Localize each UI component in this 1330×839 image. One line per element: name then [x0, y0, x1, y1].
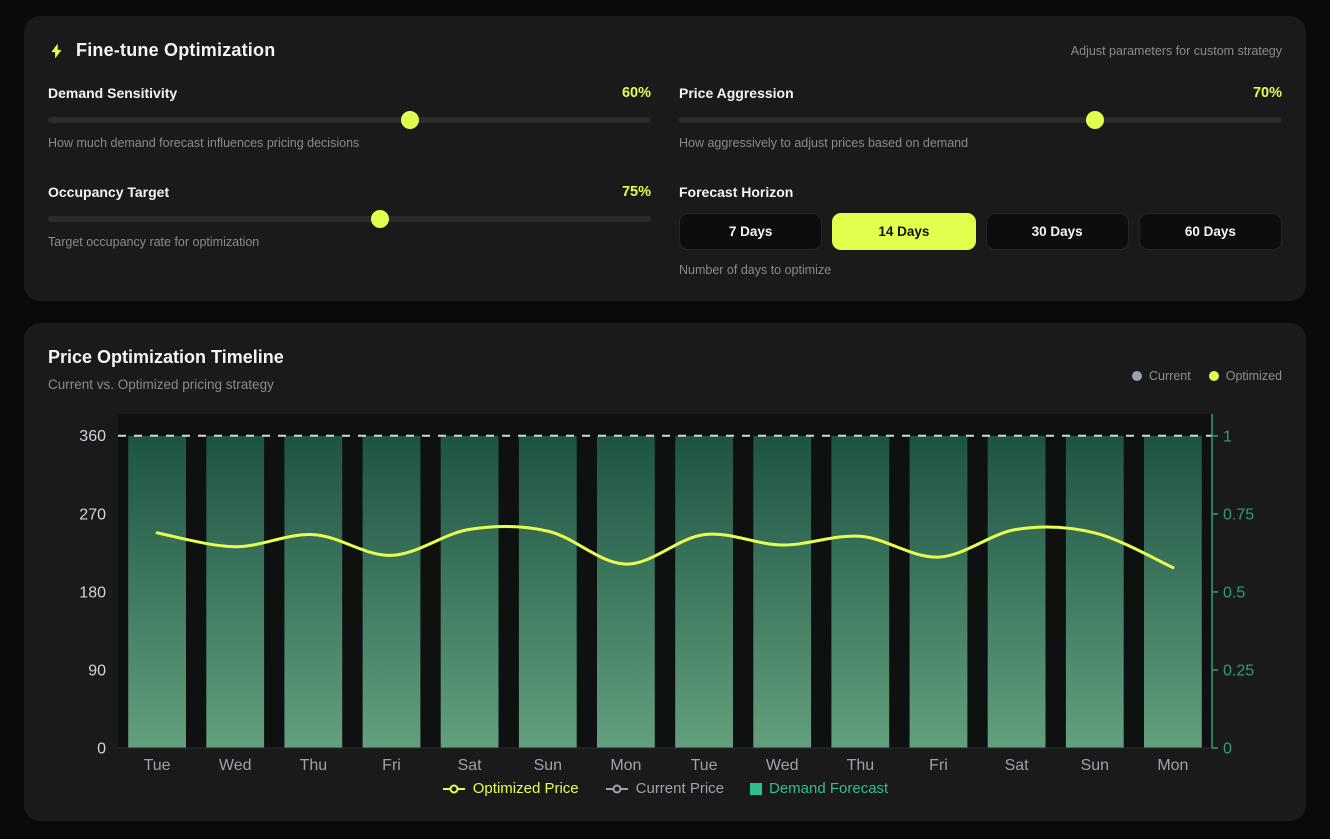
demand-sensitivity-label: Demand Sensitivity — [48, 85, 177, 101]
legend-optimized-price-label: Optimized Price — [473, 780, 579, 797]
current-dot-icon — [1132, 371, 1142, 381]
left-axis-tick: 0 — [97, 741, 106, 758]
price-aggression-value: 70% — [1253, 85, 1282, 101]
occupancy-target-label: Occupancy Target — [48, 184, 169, 200]
demand-forecast-bar[interactable] — [753, 436, 811, 748]
price-aggression-label: Price Aggression — [679, 85, 794, 101]
x-axis-label: Tue — [144, 757, 171, 774]
optimized-dot-icon — [1209, 371, 1219, 381]
lightning-icon — [48, 42, 66, 60]
fine-tune-header: Fine-tune Optimization Adjust parameters… — [48, 40, 1282, 61]
forecast-30-days-button[interactable]: 30 Days — [986, 213, 1129, 250]
legend-optimized: Optimized — [1209, 369, 1282, 383]
line-marker-icon — [442, 784, 466, 794]
occupancy-target-value: 75% — [622, 184, 651, 200]
forecast-7-days-button[interactable]: 7 Days — [679, 213, 822, 250]
demand-forecast-bar[interactable] — [1144, 436, 1202, 748]
left-axis-tick: 270 — [79, 506, 106, 523]
right-axis-tick: 0.25 — [1223, 663, 1254, 680]
legend-current: Current — [1132, 369, 1191, 383]
legend-demand-forecast[interactable]: Demand Forecast — [750, 780, 888, 797]
occupancy-target-caption: Target occupancy rate for optimization — [48, 235, 651, 249]
demand-forecast-bar[interactable] — [831, 436, 889, 748]
forecast-horizon-caption: Number of days to optimize — [679, 263, 1282, 277]
forecast-horizon-control: Forecast Horizon 7 Days 14 Days 30 Days … — [679, 184, 1282, 277]
left-axis-tick: 90 — [88, 662, 106, 679]
x-axis-label: Thu — [300, 757, 328, 774]
legend-current-label: Current — [1149, 369, 1191, 383]
plot-background — [118, 414, 1212, 748]
x-axis-label: Thu — [847, 757, 875, 774]
fine-tune-panel: Fine-tune Optimization Adjust parameters… — [24, 16, 1306, 301]
timeline-subtitle: Current vs. Optimized pricing strategy — [48, 377, 284, 392]
price-aggression-slider[interactable] — [679, 117, 1282, 123]
demand-forecast-bar[interactable] — [363, 436, 421, 748]
forecast-60-days-button[interactable]: 60 Days — [1139, 213, 1282, 250]
demand-forecast-bar[interactable] — [675, 436, 733, 748]
fine-tune-grid: Demand Sensitivity 60% How much demand f… — [48, 85, 1282, 277]
demand-forecast-bar[interactable] — [1066, 436, 1124, 748]
slider-thumb[interactable] — [1086, 111, 1104, 129]
price-optimization-chart[interactable]: 0 90 180 270 360 0 0.25 0.5 0.75 1 Tue Wed Thu Fri Sat… — [48, 404, 1282, 776]
square-marker-icon — [750, 783, 762, 795]
timeline-header: Price Optimization Timeline Current vs. … — [48, 347, 1282, 392]
demand-forecast-bar[interactable] — [910, 436, 968, 748]
slider-thumb[interactable] — [371, 210, 389, 228]
demand-sensitivity-value: 60% — [622, 85, 651, 101]
x-axis-label: Mon — [1157, 757, 1188, 774]
x-axis-label: Sun — [534, 757, 562, 774]
chart-legend: Optimized Price Current Price Demand For… — [48, 780, 1282, 797]
demand-sensitivity-control: Demand Sensitivity 60% How much demand f… — [48, 85, 651, 150]
x-axis-label: Tue — [691, 757, 718, 774]
timeline-title: Price Optimization Timeline — [48, 347, 284, 368]
x-axis-label: Wed — [219, 757, 252, 774]
x-axis-label: Fri — [929, 757, 948, 774]
legend-demand-forecast-label: Demand Forecast — [769, 780, 888, 797]
line-marker-icon — [605, 784, 629, 794]
x-axis-label: Fri — [382, 757, 401, 774]
slider-thumb[interactable] — [401, 111, 419, 129]
demand-forecast-bar[interactable] — [284, 436, 342, 748]
right-axis-tick: 0.75 — [1223, 506, 1254, 523]
demand-forecast-bar[interactable] — [206, 436, 264, 748]
legend-current-price-label: Current Price — [636, 780, 724, 797]
right-axis-tick: 1 — [1223, 428, 1232, 445]
left-axis-tick: 360 — [79, 428, 106, 445]
demand-forecast-bar[interactable] — [988, 436, 1046, 748]
legend-optimized-label: Optimized — [1226, 369, 1282, 383]
price-aggression-control: Price Aggression 70% How aggressively to… — [679, 85, 1282, 150]
legend-optimized-price[interactable]: Optimized Price — [442, 780, 579, 797]
demand-forecast-bar[interactable] — [519, 436, 577, 748]
demand-forecast-bar[interactable] — [597, 436, 655, 748]
forecast-horizon-label: Forecast Horizon — [679, 184, 793, 200]
right-axis-tick: 0.5 — [1223, 584, 1245, 601]
occupancy-target-slider[interactable] — [48, 216, 651, 222]
timeline-panel: Price Optimization Timeline Current vs. … — [24, 323, 1306, 821]
forecast-horizon-options: 7 Days 14 Days 30 Days 60 Days — [679, 213, 1282, 250]
fine-tune-title: Fine-tune Optimization — [76, 40, 275, 61]
header-legend: Current Optimized — [1132, 347, 1282, 383]
demand-sensitivity-caption: How much demand forecast influences pric… — [48, 136, 651, 150]
demand-forecast-bar[interactable] — [128, 436, 186, 748]
pricing-optimization-page: Fine-tune Optimization Adjust parameters… — [0, 0, 1330, 837]
x-axis-label: Sat — [458, 757, 483, 774]
forecast-14-days-button[interactable]: 14 Days — [832, 213, 975, 250]
x-axis-label: Sat — [1005, 757, 1030, 774]
demand-sensitivity-slider[interactable] — [48, 117, 651, 123]
right-axis-tick: 0 — [1223, 741, 1232, 758]
price-aggression-caption: How aggressively to adjust prices based … — [679, 136, 1282, 150]
occupancy-target-control: Occupancy Target 75% Target occupancy ra… — [48, 184, 651, 277]
left-axis-tick: 180 — [79, 584, 106, 601]
x-axis-label: Wed — [766, 757, 799, 774]
demand-forecast-bar[interactable] — [441, 436, 499, 748]
legend-current-price[interactable]: Current Price — [605, 780, 724, 797]
x-axis-label: Mon — [610, 757, 641, 774]
x-axis-label: Sun — [1081, 757, 1109, 774]
fine-tune-subtitle: Adjust parameters for custom strategy — [1071, 44, 1282, 58]
